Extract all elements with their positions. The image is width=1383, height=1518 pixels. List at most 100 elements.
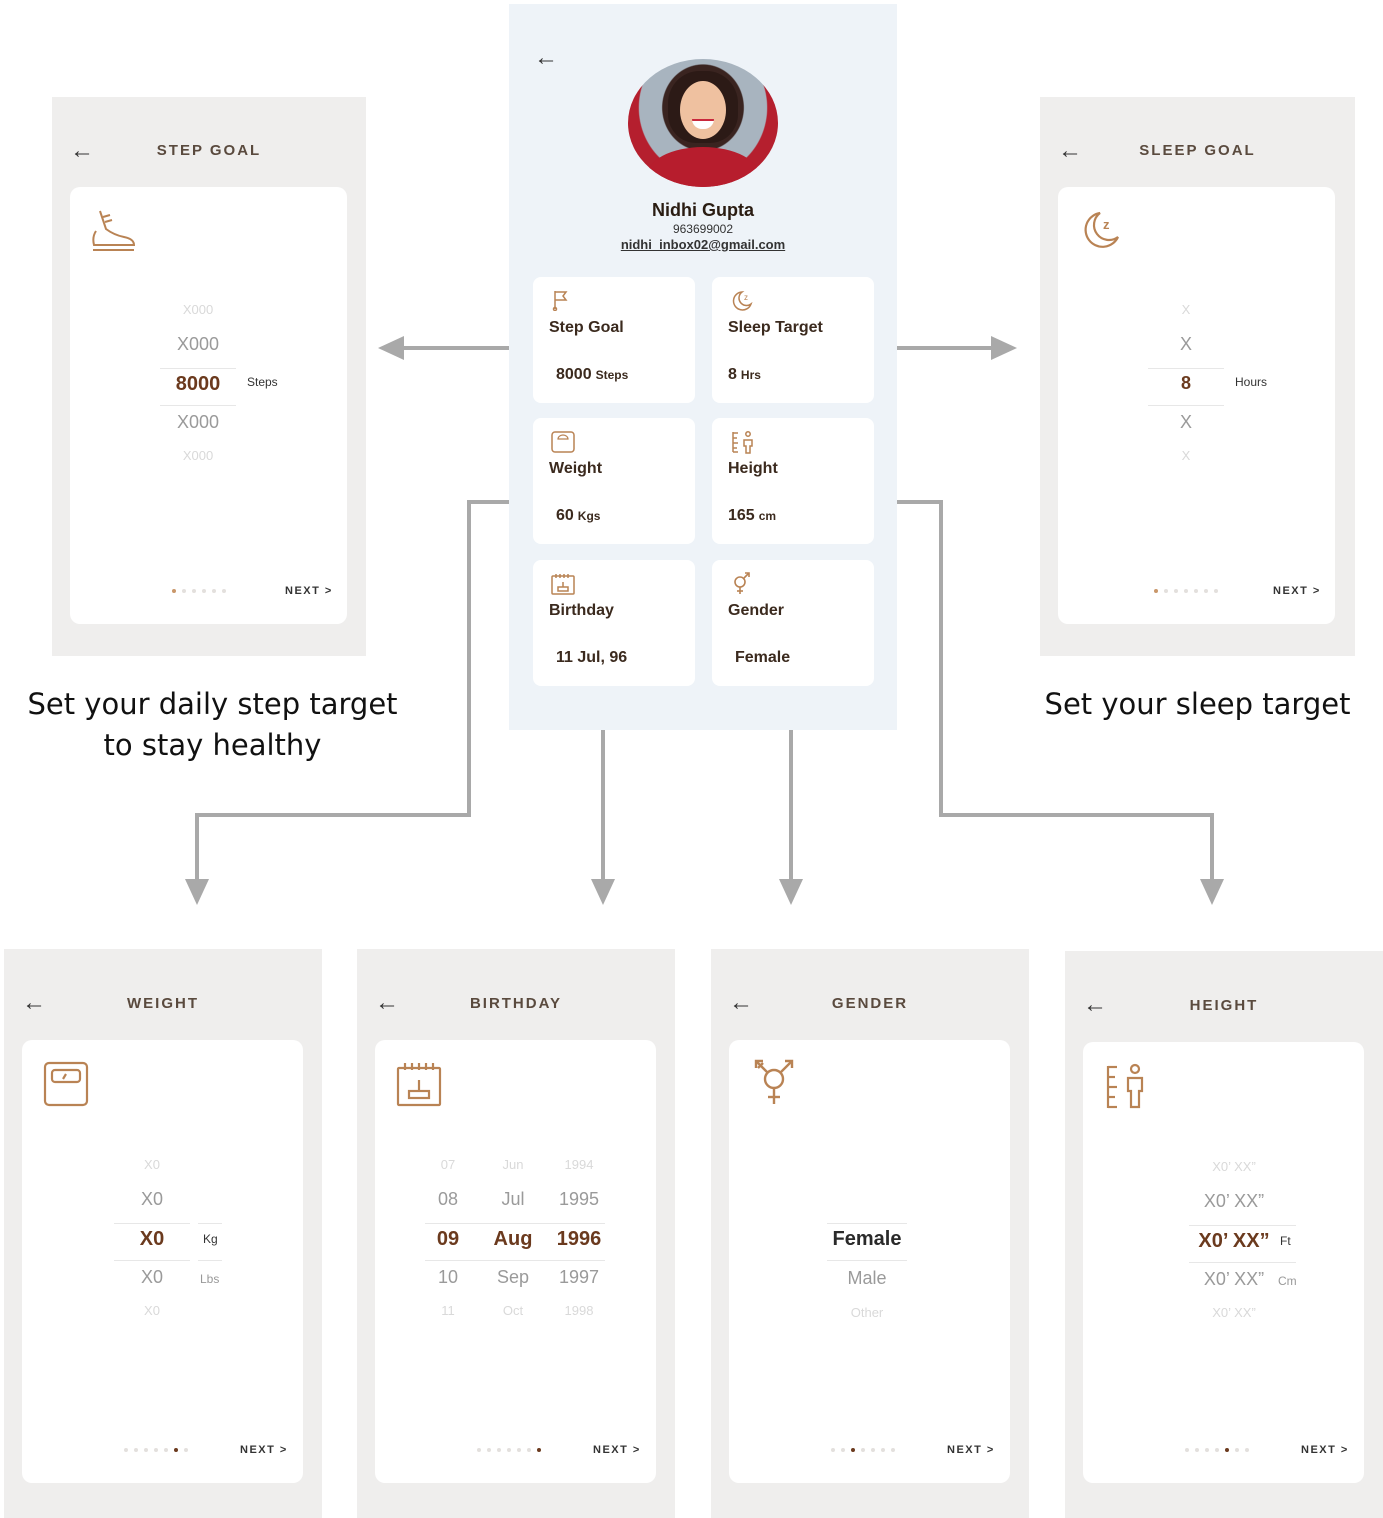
picker-option[interactable]: X0 xyxy=(114,1303,190,1318)
gender-option-other[interactable]: Other xyxy=(827,1305,907,1320)
picker-option[interactable]: 07 xyxy=(425,1157,471,1172)
page-indicator xyxy=(1185,1448,1249,1452)
unit-lbs[interactable]: Lbs xyxy=(200,1272,219,1286)
picker-option[interactable]: X0’ XX” xyxy=(1181,1159,1287,1174)
picker-option[interactable]: X xyxy=(1148,302,1224,317)
tile-label: Height xyxy=(728,460,778,477)
page-indicator xyxy=(477,1448,541,1452)
next-button[interactable]: NEXT > xyxy=(947,1444,995,1456)
picker-selected-value[interactable]: 09 xyxy=(425,1228,471,1251)
tile-value: 8000 Steps xyxy=(556,366,629,383)
next-button[interactable]: NEXT > xyxy=(1273,585,1321,597)
screen-title: WEIGHT xyxy=(127,995,199,1012)
height-picker[interactable]: X0’ XX” X0’ XX” X0’ XX” X0’ XX” X0’ XX” xyxy=(1181,1156,1287,1336)
picker-option[interactable]: X xyxy=(1148,412,1224,433)
next-button[interactable]: NEXT > xyxy=(1301,1444,1349,1456)
back-arrow-icon[interactable]: ← xyxy=(534,44,558,72)
picker-option[interactable]: X0’ XX” xyxy=(1181,1305,1287,1320)
year-picker[interactable]: 1994 1995 1996 1997 1998 xyxy=(549,1154,609,1334)
picker-selected-value[interactable]: 8 xyxy=(1148,373,1224,394)
next-button[interactable]: NEXT > xyxy=(285,585,333,597)
gender-card: Female Male Other NEXT > xyxy=(729,1040,1010,1483)
picker-option[interactable]: X000 xyxy=(158,302,238,317)
gender-tile[interactable]: Gender Female xyxy=(712,560,874,686)
tile-label: Sleep Target xyxy=(728,319,823,336)
day-picker[interactable]: 07 08 09 10 11 xyxy=(425,1154,471,1334)
picker-option[interactable]: X000 xyxy=(158,334,238,355)
moon-icon: z xyxy=(732,291,753,311)
profile-name: Nidhi Gupta xyxy=(652,200,754,220)
height-screen: ← HEIGHT X0’ XX” X0’ XX” X0’ XX” X0’ XX”… xyxy=(1065,951,1383,1518)
picker-option[interactable]: X0 xyxy=(114,1267,190,1288)
scale-icon xyxy=(43,1061,89,1107)
step-goal-card: X000 X000 8000 X000 X000 Steps NEXT > xyxy=(70,187,347,624)
screen-title: GENDER xyxy=(831,995,909,1012)
step-picker[interactable]: X000 X000 8000 X000 X000 xyxy=(158,299,238,479)
profile-screen: ← Nidhi Gupta 963699002 nidhi_inbox02@gm… xyxy=(509,4,897,730)
sleep-target-tile[interactable]: z Sleep Target 8 Hrs xyxy=(712,277,874,403)
tile-label: Weight xyxy=(549,460,603,477)
screen-title: SLEEP GOAL xyxy=(1139,142,1256,159)
tile-value: 8 Hrs xyxy=(728,366,761,383)
tile-label: Birthday xyxy=(549,602,614,619)
weight-picker[interactable]: X0 X0 X0 X0 X0 xyxy=(114,1154,190,1334)
next-button[interactable]: NEXT > xyxy=(593,1444,641,1456)
picker-option[interactable]: 08 xyxy=(425,1189,471,1210)
flag-icon xyxy=(552,291,568,311)
picker-selected-value[interactable]: X0’ XX” xyxy=(1181,1230,1287,1253)
picker-option[interactable]: X0’ XX” xyxy=(1181,1191,1287,1212)
birthday-tile[interactable]: Birthday 11 Jul, 96 xyxy=(533,560,695,686)
weight-tile[interactable]: Weight 60 Kgs xyxy=(533,418,695,544)
step-caption: Set your daily step target to stay health… xyxy=(27,687,398,762)
step-goal-tile[interactable]: Step Goal 8000 Steps xyxy=(533,277,695,403)
cake-icon xyxy=(396,1063,442,1107)
picker-option[interactable]: X000 xyxy=(158,448,238,463)
picker-option[interactable]: 1995 xyxy=(549,1189,609,1210)
picker-option[interactable]: 1994 xyxy=(549,1157,609,1172)
tile-value: Female xyxy=(735,649,791,666)
picker-selected-value[interactable]: X0 xyxy=(114,1228,190,1251)
ruler-person-icon xyxy=(732,431,753,454)
sleep-caption: Set your sleep target xyxy=(1044,687,1351,721)
picker-option[interactable]: X000 xyxy=(158,412,238,433)
sleep-picker[interactable]: X X 8 X X xyxy=(1148,299,1224,479)
unit-label: Hours xyxy=(1235,375,1268,389)
tile-value: 165 cm xyxy=(728,507,777,524)
picker-option[interactable]: Jun xyxy=(485,1157,541,1172)
unit-label: Steps xyxy=(247,375,278,389)
picker-option[interactable]: 1997 xyxy=(549,1267,609,1288)
gender-option-male[interactable]: Male xyxy=(827,1268,907,1289)
profile-email[interactable]: nidhi_inbox02@gmail.com xyxy=(509,237,897,252)
picker-option[interactable]: X0 xyxy=(114,1189,190,1210)
scale-icon xyxy=(551,431,575,453)
picker-selected-value[interactable]: 8000 xyxy=(158,373,238,396)
picker-selected-value[interactable]: 1996 xyxy=(549,1228,609,1251)
weight-screen: ← WEIGHT X0 X0 X0 X0 X0 Kg Lbs NEXT > xyxy=(4,949,322,1518)
picker-option[interactable]: 1998 xyxy=(549,1303,609,1318)
tile-value: 60 Kgs xyxy=(556,507,601,524)
gender-icon xyxy=(754,1059,794,1104)
sleep-goal-card: z X X 8 X X Hours NEXT > xyxy=(1058,187,1335,624)
unit-ft[interactable]: Ft xyxy=(1280,1234,1291,1248)
picker-option[interactable]: Sep xyxy=(485,1267,541,1288)
height-tile[interactable]: Height 165 cm xyxy=(712,418,874,544)
month-picker[interactable]: Jun Jul Aug Sep Oct xyxy=(485,1154,541,1334)
unit-kg[interactable]: Kg xyxy=(203,1232,218,1246)
picker-selected-value[interactable]: Aug xyxy=(485,1228,541,1251)
tile-label: Gender xyxy=(728,602,785,619)
gender-option-female[interactable]: Female xyxy=(827,1228,907,1251)
next-button[interactable]: NEXT > xyxy=(240,1444,288,1456)
picker-option[interactable]: 11 xyxy=(425,1303,471,1318)
picker-option[interactable]: X0 xyxy=(114,1157,190,1172)
picker-option[interactable]: Oct xyxy=(485,1303,541,1318)
picker-option[interactable]: 10 xyxy=(425,1267,471,1288)
picker-option[interactable]: X0’ XX” xyxy=(1181,1269,1287,1290)
picker-option[interactable]: Jul xyxy=(485,1189,541,1210)
birthday-card: 07 08 09 10 11 Jun Jul Aug Sep Oct 1994 … xyxy=(375,1040,656,1483)
unit-cm[interactable]: Cm xyxy=(1278,1274,1297,1288)
tile-value: 11 Jul, 96 xyxy=(556,649,628,666)
picker-option[interactable]: X xyxy=(1148,334,1224,355)
gender-screen: ← GENDER Female Male Other NEXT > xyxy=(711,949,1029,1518)
picker-option[interactable]: X xyxy=(1148,448,1224,463)
svg-text:z: z xyxy=(744,293,748,302)
